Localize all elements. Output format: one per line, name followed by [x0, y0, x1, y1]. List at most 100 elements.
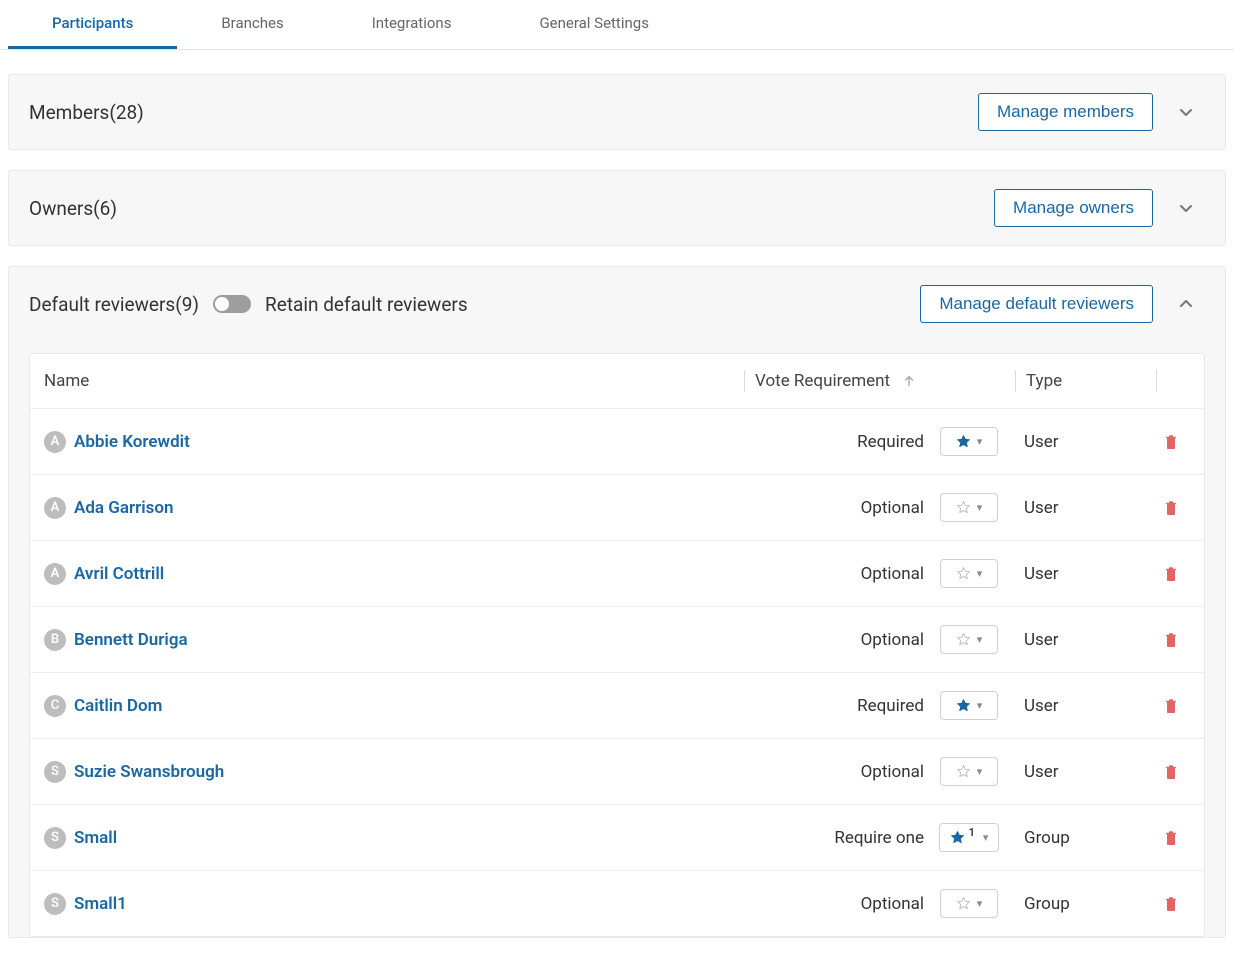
chevron-down-icon: ▾: [977, 699, 983, 712]
members-panel: Members(28) Manage members: [8, 74, 1226, 150]
star-filled-icon: [956, 434, 971, 449]
delete-reviewer-button[interactable]: [1164, 764, 1178, 780]
table-row: B Bennett Duriga Optional ▾ User: [30, 606, 1204, 672]
manage-default-reviewers-button[interactable]: Manage default reviewers: [920, 285, 1153, 323]
vote-requirement-value: Optional: [861, 498, 924, 518]
column-divider: [744, 370, 745, 392]
reviewer-type: Group: [1024, 894, 1070, 914]
delete-reviewer-button[interactable]: [1164, 632, 1178, 648]
reviewer-name-link[interactable]: Small1: [74, 894, 127, 914]
delete-reviewer-button[interactable]: [1164, 500, 1178, 516]
reviewer-name-link[interactable]: Suzie Swansbrough: [74, 762, 224, 782]
reviewer-name-link[interactable]: Small: [74, 828, 117, 848]
reviewers-collapse-toggle[interactable]: [1167, 285, 1205, 323]
table-row: A Ada Garrison Optional ▾ User: [30, 474, 1204, 540]
default-reviewers-title: Default reviewers(9): [29, 293, 199, 316]
owners-expand-toggle[interactable]: [1167, 189, 1205, 227]
trash-icon: [1164, 500, 1178, 516]
delete-reviewer-button[interactable]: [1164, 434, 1178, 450]
manage-owners-button[interactable]: Manage owners: [994, 189, 1153, 227]
avatar: A: [44, 431, 66, 453]
tab-general-settings[interactable]: General Settings: [495, 0, 693, 49]
avatar: C: [44, 695, 66, 717]
star-outline-icon: [956, 500, 971, 515]
trash-icon: [1164, 830, 1178, 846]
reviewer-type: User: [1024, 762, 1059, 782]
members-expand-toggle[interactable]: [1167, 93, 1205, 131]
trash-icon: [1164, 764, 1178, 780]
table-row: AAbbie KorewditRequired▾User: [30, 408, 1204, 474]
vote-requirement-dropdown[interactable]: ▾: [940, 427, 998, 456]
delete-reviewer-button[interactable]: [1164, 896, 1178, 912]
star-outline-icon: [956, 632, 971, 647]
chevron-down-icon: [1178, 104, 1194, 120]
star-filled-icon: [950, 830, 965, 845]
retain-reviewers-toggle[interactable]: [213, 295, 251, 313]
retain-reviewers-label: Retain default reviewers: [265, 293, 468, 316]
reviewer-type: User: [1024, 498, 1059, 518]
reviewer-name-link[interactable]: Avril Cottrill: [74, 564, 164, 584]
vote-requirement-dropdown[interactable]: ▾: [940, 889, 998, 918]
vote-requirement-value: Optional: [861, 630, 924, 650]
members-title: Members(28): [29, 101, 144, 124]
chevron-down-icon: [1178, 200, 1194, 216]
chevron-down-icon: ▾: [977, 765, 983, 778]
vote-requirement-value: Required: [857, 432, 924, 452]
col-header-vote[interactable]: Vote Requirement: [755, 371, 925, 391]
vote-requirement-value: Optional: [861, 894, 924, 914]
chevron-down-icon: ▾: [977, 633, 983, 646]
chevron-down-icon: ▾: [977, 567, 983, 580]
vote-requirement-dropdown[interactable]: ▾: [940, 493, 998, 522]
vote-requirement-dropdown[interactable]: ▾: [940, 559, 998, 588]
star-outline-icon: [956, 896, 971, 911]
default-reviewers-title-wrap: Default reviewers(9) Retain default revi…: [29, 293, 468, 316]
trash-icon: [1164, 434, 1178, 450]
avatar: S: [44, 761, 66, 783]
vote-requirement-dropdown[interactable]: ▾: [940, 625, 998, 654]
avatar: A: [44, 563, 66, 585]
reviewer-name-link[interactable]: Bennett Duriga: [74, 630, 188, 650]
reviewer-name-link[interactable]: Caitlin Dom: [74, 696, 162, 716]
reviewer-type: User: [1024, 696, 1059, 716]
reviewer-name-link[interactable]: Abbie Korewdit: [74, 432, 190, 452]
delete-reviewer-button[interactable]: [1164, 698, 1178, 714]
reviewer-type: Group: [1024, 828, 1070, 848]
col-header-name[interactable]: Name: [44, 371, 744, 391]
col-header-vote-label: Vote Requirement: [755, 371, 890, 391]
avatar: S: [44, 827, 66, 849]
avatar: S: [44, 893, 66, 915]
reviewer-type: User: [1024, 630, 1059, 650]
tab-integrations[interactable]: Integrations: [328, 0, 496, 49]
reviewer-type: User: [1024, 564, 1059, 584]
delete-reviewer-button[interactable]: [1164, 830, 1178, 846]
col-header-type[interactable]: Type: [1026, 371, 1156, 391]
trash-icon: [1164, 698, 1178, 714]
avatar: A: [44, 497, 66, 519]
tab-participants[interactable]: Participants: [8, 0, 177, 49]
column-divider: [1015, 370, 1016, 392]
chevron-down-icon: ▾: [977, 501, 983, 514]
sort-asc-icon: [902, 374, 916, 388]
tab-branches[interactable]: Branches: [177, 0, 327, 49]
default-reviewers-panel: Default reviewers(9) Retain default revi…: [8, 266, 1226, 938]
avatar: B: [44, 629, 66, 651]
trash-icon: [1164, 566, 1178, 582]
trash-icon: [1164, 896, 1178, 912]
star-count-badge: 1: [969, 826, 975, 839]
delete-reviewer-button[interactable]: [1164, 566, 1178, 582]
vote-requirement-dropdown[interactable]: ▾: [940, 757, 998, 786]
vote-requirement-dropdown[interactable]: ▾: [940, 691, 998, 720]
chevron-down-icon: ▾: [977, 435, 983, 448]
manage-members-button[interactable]: Manage members: [978, 93, 1153, 131]
chevron-down-icon: ▾: [977, 897, 983, 910]
reviewer-name-link[interactable]: Ada Garrison: [74, 498, 174, 518]
vote-requirement-value: Required: [857, 696, 924, 716]
star-outline-icon: [956, 566, 971, 581]
vote-requirement-value: Optional: [861, 762, 924, 782]
table-row: S Suzie Swansbrough Optional ▾ User: [30, 738, 1204, 804]
tabs: Participants Branches Integrations Gener…: [0, 0, 1234, 50]
column-divider: [1156, 370, 1157, 392]
table-row: AAvril CottrillOptional▾User: [30, 540, 1204, 606]
vote-requirement-dropdown[interactable]: 1▾: [939, 823, 1000, 852]
star-filled-icon: [956, 698, 971, 713]
